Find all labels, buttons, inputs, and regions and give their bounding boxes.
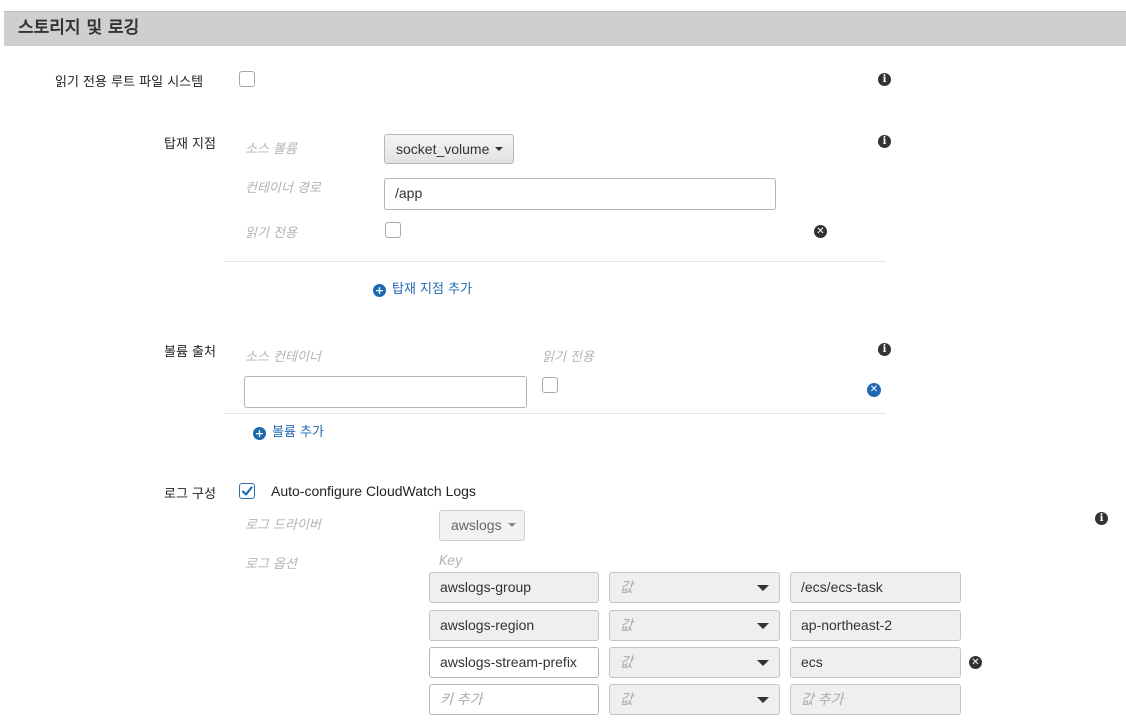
info-icon[interactable]: i xyxy=(878,343,891,356)
key-column-header: Key xyxy=(439,554,463,569)
add-volume-label: 볼륨 추가 xyxy=(272,425,324,440)
add-mount-point-label: 탑재 지점 추가 xyxy=(392,282,473,297)
log-driver-dropdown[interactable]: awslogs xyxy=(439,510,525,541)
chevron-down-icon xyxy=(757,697,769,703)
mount-points-label: 탑재 지점 xyxy=(164,137,216,152)
log-option-value[interactable]: ecs xyxy=(790,647,961,678)
new-option-type-select[interactable]: 값 xyxy=(609,684,780,715)
info-icon[interactable]: i xyxy=(878,135,891,148)
readonly-root-label: 읽기 전용 루트 파일 시스템 xyxy=(55,75,204,90)
remove-mount-point-icon[interactable]: ✕ xyxy=(814,225,827,238)
mount-readonly-checkbox[interactable] xyxy=(385,222,401,238)
log-option-key[interactable]: awslogs-stream-prefix xyxy=(429,647,599,678)
log-option-type-select[interactable]: 값 xyxy=(609,647,780,678)
readonly-root-checkbox[interactable] xyxy=(239,71,255,87)
divider xyxy=(224,413,886,414)
chevron-down-icon xyxy=(757,623,769,629)
mount-readonly-label: 읽기 전용 xyxy=(245,226,297,241)
log-option-key[interactable]: awslogs-group xyxy=(429,572,599,603)
log-option-type: 값 xyxy=(620,579,633,595)
remove-volume-icon[interactable]: ✕ xyxy=(867,383,881,397)
chevron-down-icon xyxy=(495,147,504,151)
section-header: 스토리지 및 로깅 xyxy=(4,11,1126,46)
auto-configure-label: Auto-configure CloudWatch Logs xyxy=(271,483,476,499)
source-volume-dropdown[interactable]: socket_volume xyxy=(384,134,514,164)
source-container-input[interactable] xyxy=(244,376,527,408)
log-option-type-select[interactable]: 값 xyxy=(609,610,780,641)
info-icon[interactable]: i xyxy=(1095,512,1108,525)
add-icon: + xyxy=(253,427,266,440)
new-option-value-input[interactable]: 값 추가 xyxy=(790,684,961,715)
source-volume-value: socket_volume xyxy=(396,141,490,157)
volumes-readonly-label: 읽기 전용 xyxy=(542,350,594,365)
container-path-input[interactable]: /app xyxy=(384,178,776,210)
log-config-label: 로그 구성 xyxy=(164,487,216,502)
log-option-type: 값 xyxy=(620,654,633,670)
log-option-type-select[interactable]: 값 xyxy=(609,572,780,603)
chevron-down-icon xyxy=(757,585,769,591)
log-option-key[interactable]: awslogs-region xyxy=(429,610,599,641)
source-volume-label: 소스 볼륨 xyxy=(245,142,297,157)
new-option-type: 값 xyxy=(620,691,633,707)
checkmark-icon xyxy=(241,486,253,496)
add-icon: + xyxy=(373,284,386,297)
log-option-value[interactable]: ap-northeast-2 xyxy=(790,610,961,641)
remove-log-option-icon[interactable]: ✕ xyxy=(969,656,982,669)
add-mount-point-link[interactable]: + 탑재 지점 추가 xyxy=(373,278,472,297)
container-path-label: 컨테이너 경로 xyxy=(245,181,321,196)
auto-configure-checkbox[interactable] xyxy=(239,483,255,499)
log-options-label: 로그 옵션 xyxy=(245,557,297,572)
divider xyxy=(224,261,886,262)
info-icon[interactable]: i xyxy=(878,73,891,86)
log-option-value[interactable]: /ecs/ecs-task xyxy=(790,572,961,603)
chevron-down-icon xyxy=(757,660,769,666)
log-option-type: 값 xyxy=(620,617,633,633)
log-driver-label: 로그 드라이버 xyxy=(245,518,321,533)
add-volume-link[interactable]: + 볼륨 추가 xyxy=(253,421,324,440)
chevron-down-icon xyxy=(507,523,516,527)
log-driver-value: awslogs xyxy=(451,517,502,533)
volumes-from-label: 볼륨 출처 xyxy=(164,345,216,360)
volumes-readonly-checkbox[interactable] xyxy=(542,377,558,393)
new-option-key-input[interactable]: 키 추가 xyxy=(429,684,599,715)
source-container-label: 소스 컨테이너 xyxy=(245,350,321,365)
